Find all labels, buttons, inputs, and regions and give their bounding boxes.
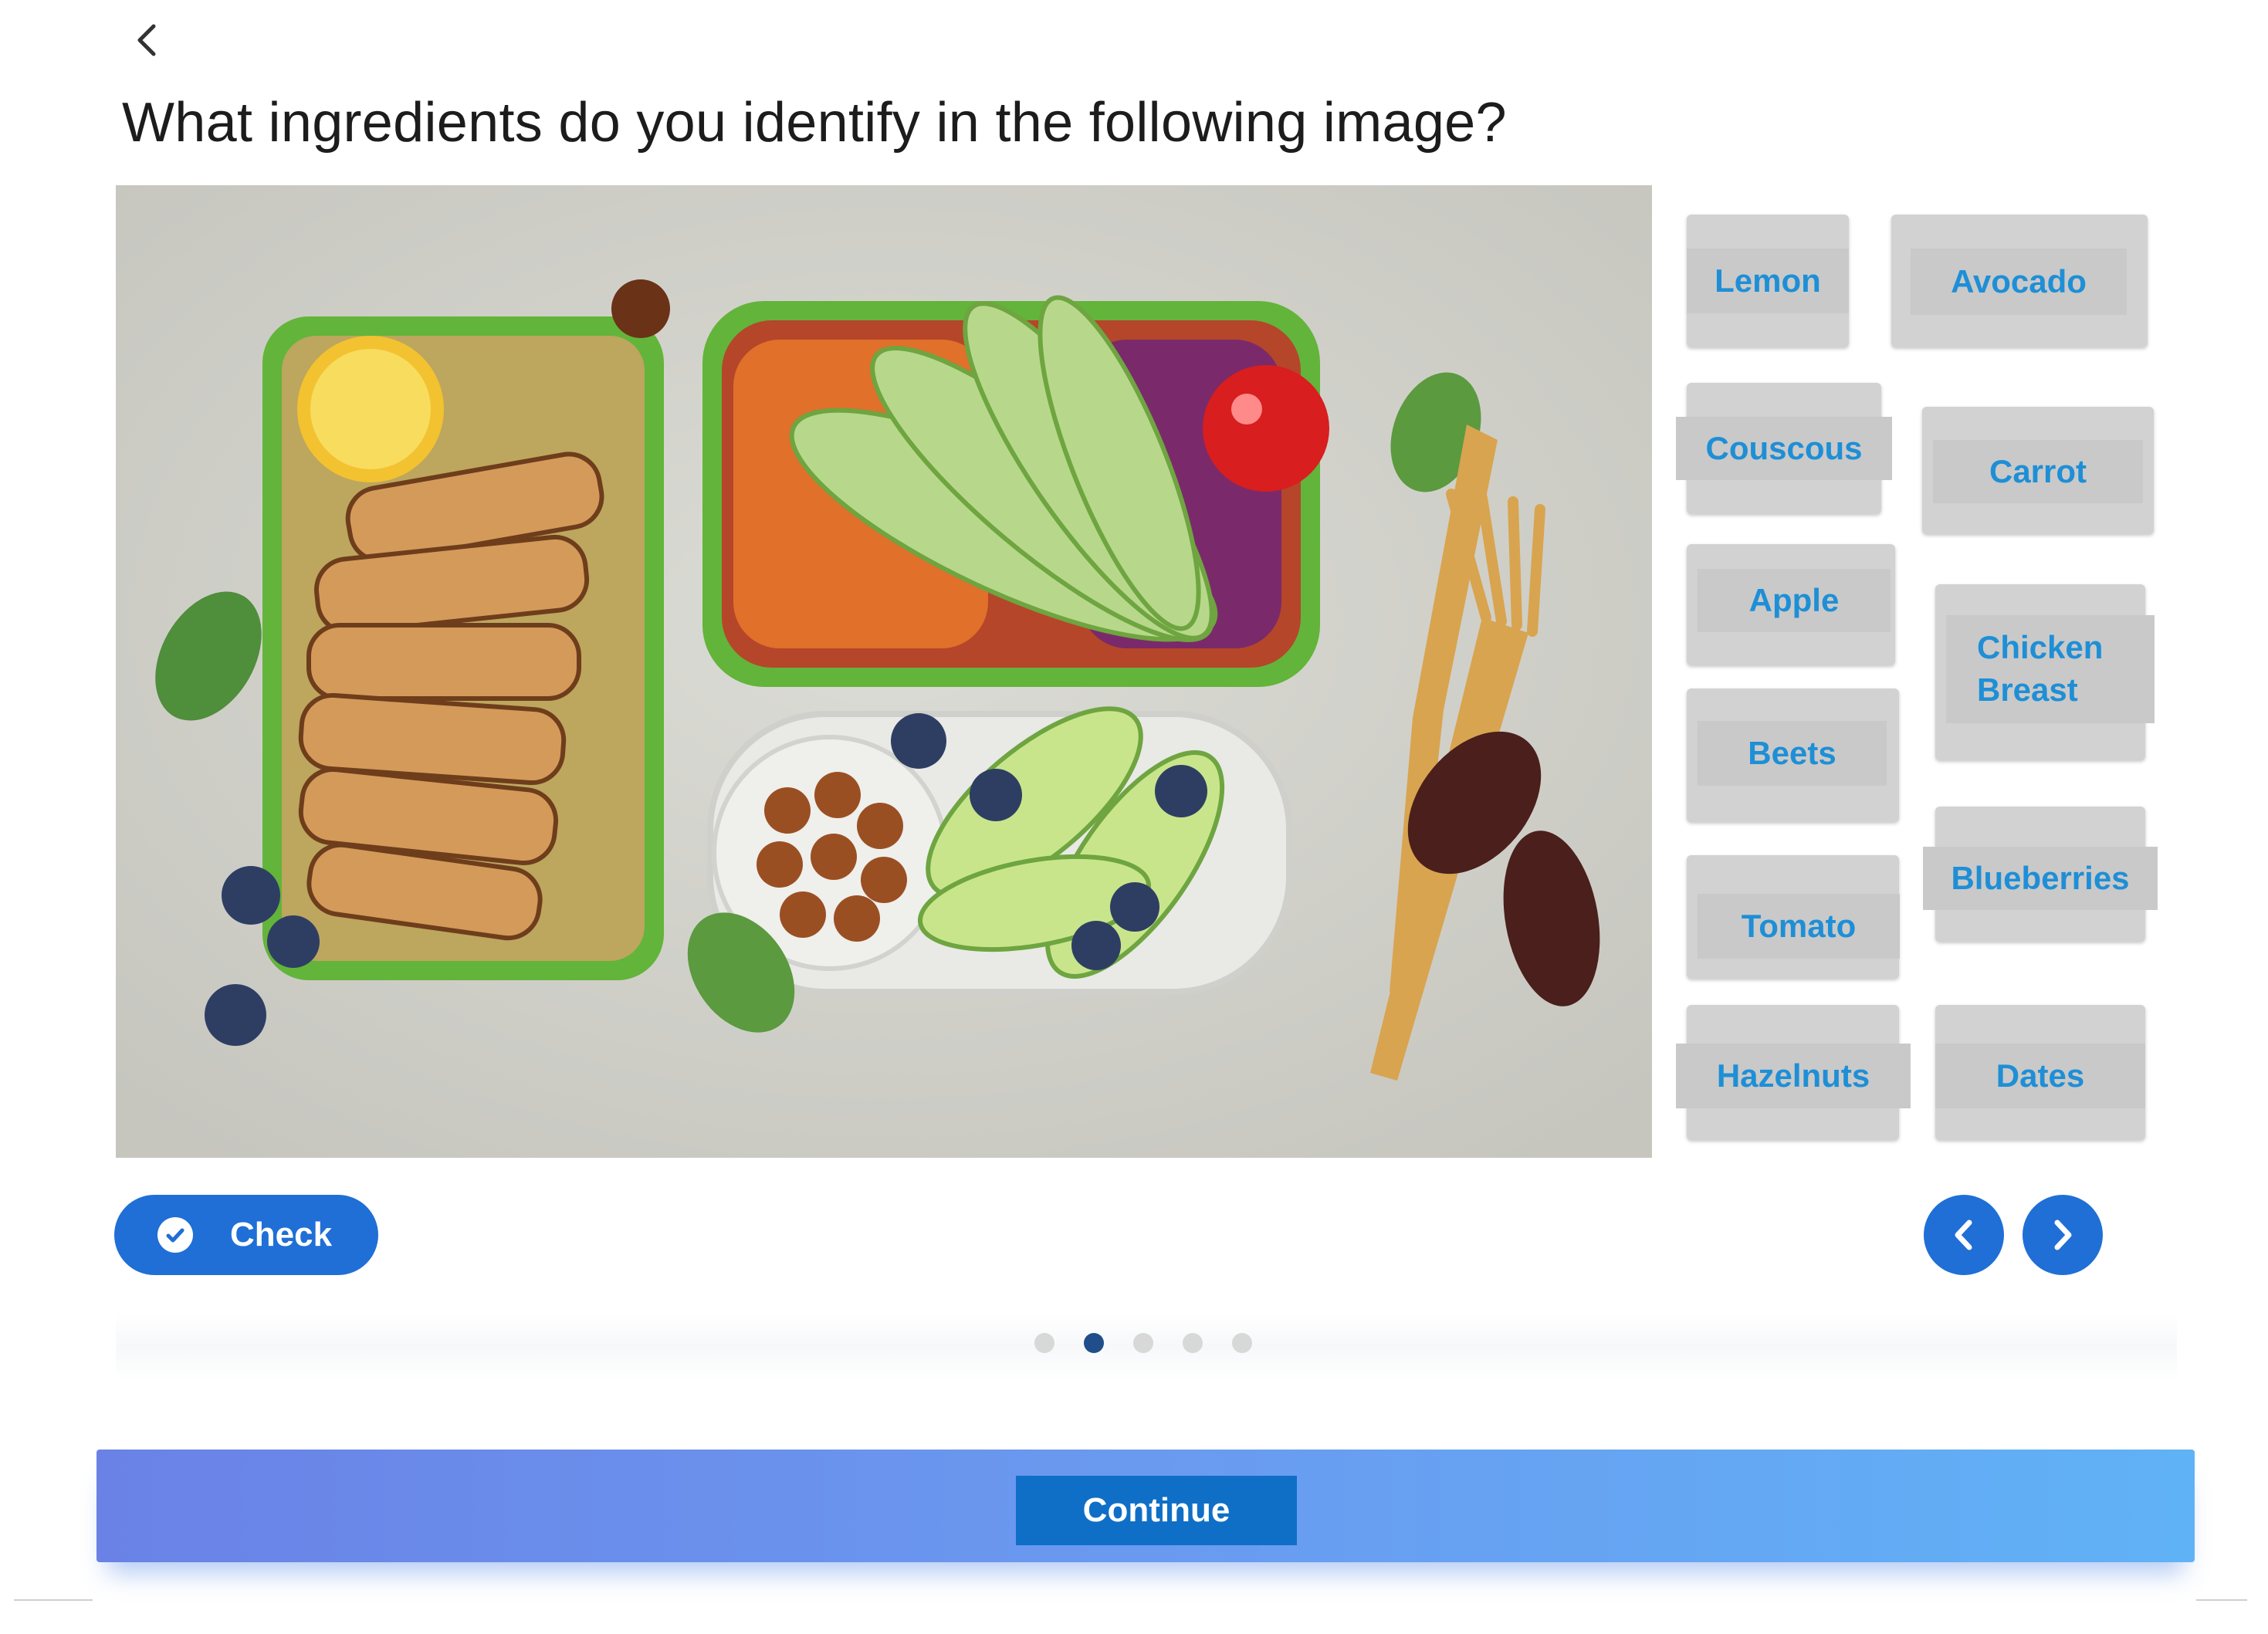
- chip-label: Beets: [1698, 721, 1887, 786]
- continue-button[interactable]: Continue: [1016, 1476, 1297, 1545]
- previous-button[interactable]: [1924, 1195, 2004, 1275]
- ingredient-chip-couscous[interactable]: Couscous: [1676, 383, 1892, 514]
- pagination-dots: [1034, 1333, 1252, 1353]
- ingredient-chip-apple[interactable]: Apple: [1687, 544, 1895, 665]
- chip-label: Apple: [1698, 569, 1891, 632]
- ingredient-chip-avocado[interactable]: Avocado: [1891, 215, 2148, 347]
- chip-label: Lemon: [1687, 249, 1849, 313]
- food-image: [116, 185, 1652, 1158]
- ingredient-chip-hazelnuts[interactable]: Hazelnuts: [1676, 1005, 1911, 1140]
- chip-label: Dates: [1935, 1044, 2145, 1108]
- divider-right: [2196, 1599, 2247, 1601]
- chevron-right-icon: [2054, 1220, 2072, 1250]
- ingredient-chip-chicken-breast[interactable]: Chicken Breast: [1935, 584, 2155, 760]
- check-circle-icon: [157, 1217, 193, 1253]
- ingredient-chip-blueberries[interactable]: Blueberries: [1923, 807, 2158, 942]
- page-dot-5[interactable]: [1232, 1333, 1252, 1353]
- ingredient-chip-lemon[interactable]: Lemon: [1687, 215, 1849, 347]
- page-dot-3[interactable]: [1133, 1333, 1153, 1353]
- back-chevron-icon: [137, 24, 156, 56]
- ingredient-chip-carrot[interactable]: Carrot: [1922, 407, 2154, 534]
- check-label: Check: [230, 1216, 333, 1253]
- divider-left: [14, 1599, 93, 1601]
- chevron-left-icon: [1955, 1220, 1972, 1250]
- ingredient-chip-tomato[interactable]: Tomato: [1687, 855, 1900, 979]
- page-dot-2-active[interactable]: [1084, 1333, 1104, 1353]
- page-dot-1[interactable]: [1034, 1333, 1054, 1353]
- ingredient-chip-dates[interactable]: Dates: [1935, 1005, 2145, 1140]
- ingredient-chip-beets[interactable]: Beets: [1687, 688, 1899, 822]
- chip-label: Avocado: [1911, 249, 2127, 315]
- chip-label: Blueberries: [1923, 847, 2158, 910]
- check-button[interactable]: Check: [114, 1195, 378, 1275]
- chip-label: Carrot: [1933, 440, 2143, 503]
- question-title: What ingredients do you identify in the …: [122, 92, 1507, 154]
- chip-label: Couscous: [1676, 417, 1892, 480]
- chip-label: Hazelnuts: [1676, 1044, 1911, 1108]
- back-button[interactable]: [130, 19, 164, 62]
- next-button[interactable]: [2023, 1195, 2103, 1275]
- page-dot-4[interactable]: [1183, 1333, 1203, 1353]
- chip-label: Chicken Breast: [1946, 615, 2155, 723]
- chip-label: Tomato: [1698, 894, 1900, 959]
